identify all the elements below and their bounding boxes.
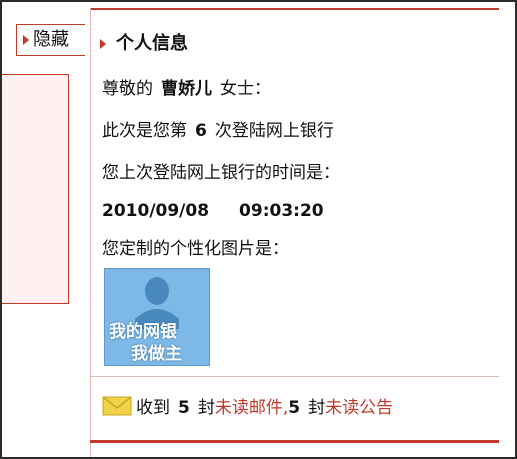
mail-unit-2: 封 — [308, 398, 326, 418]
login-count-prefix: 此次是您第 — [102, 121, 187, 141]
custom-avatar-image[interactable]: 我的网银 我做主 — [104, 268, 210, 366]
greeting-prefix: 尊敬的 — [102, 79, 153, 99]
unread-notice-count: 5 — [288, 398, 301, 418]
login-count-value: 6 — [195, 121, 207, 141]
hide-button-label: 隐藏 — [33, 29, 69, 50]
panel-title-text: 个人信息 — [116, 33, 188, 54]
customer-name: 曹娇儿 — [161, 79, 212, 99]
last-login-datetime: 2010/09/08 09:03:20 — [102, 200, 324, 222]
last-login-date: 2010/09/08 — [102, 201, 210, 221]
greeting-line: 尊敬的 曹娇儿 女士： — [102, 78, 271, 100]
last-login-time: 09:03:20 — [239, 201, 324, 221]
triangle-right-icon — [23, 35, 29, 45]
section-divider — [90, 376, 499, 377]
mail-received-label: 收到 — [136, 398, 170, 418]
unread-notice-link[interactable]: 未读公告 — [325, 398, 393, 418]
custom-image-label: 您定制的个性化图片是： — [102, 239, 289, 259]
personal-info-panel: 个人信息 尊敬的 曹娇儿 女士： 此次是您第 6 次登陆网上银行 您上次登陆网上银行的时… — [100, 2, 497, 457]
envelope-icon — [102, 396, 132, 416]
hide-button[interactable]: 隐藏 — [16, 24, 85, 56]
login-count-line: 此次是您第 6 次登陆网上银行 — [102, 120, 334, 142]
unread-mail-link[interactable]: 未读邮件, — [215, 398, 288, 418]
column-separator — [90, 8, 91, 457]
triangle-right-icon — [100, 39, 106, 49]
bottom-divider — [90, 440, 499, 443]
unread-mail-count: 5 — [178, 398, 190, 418]
last-login-label: 您上次登陆网上银行的时间是： — [102, 163, 340, 183]
left-pink-panel — [2, 74, 69, 304]
avatar-caption-line2: 我做主 — [131, 344, 182, 364]
left-column: 隐藏 — [2, 2, 90, 457]
login-count-suffix: 次登陆网上银行 — [214, 121, 334, 141]
mail-summary: 收到 5 封未读邮件,5 封未读公告 — [102, 396, 393, 420]
greeting-suffix: 女士： — [220, 79, 271, 99]
app-frame: 隐藏 个人信息 尊敬的 曹娇儿 女士： 此次是您第 6 次登陆网上银行 您上次登陆网上银… — [0, 0, 517, 459]
mail-unit-1: 封 — [197, 398, 215, 418]
